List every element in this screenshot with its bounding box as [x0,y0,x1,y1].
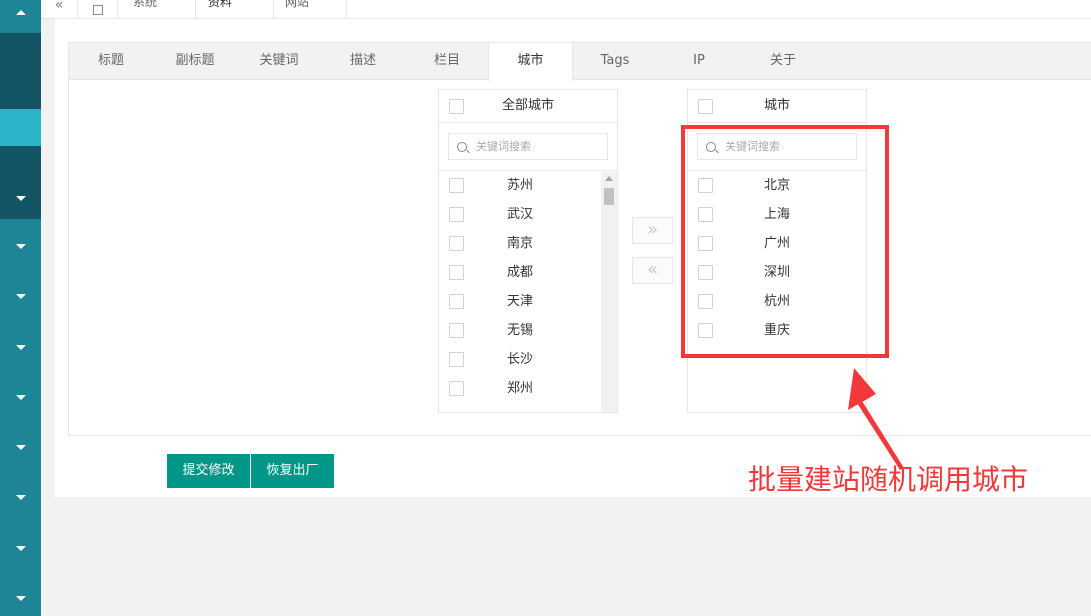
transfer-left-header: 全部城市 [439,90,617,123]
sidebar-item-4[interactable] [0,286,41,306]
double-chevron-left-icon: « [54,0,64,13]
tab-tags[interactable]: Tags [573,43,657,80]
annotation-text: 批量建站随机调用城市 [748,463,1029,496]
sidebar-item-1[interactable] [0,33,41,109]
sidebar-item-3[interactable] [0,236,41,256]
move-right-button[interactable]: » [632,217,673,244]
list-item[interactable]: 郑州 [439,374,617,403]
list-item[interactable]: 武汉 [439,200,617,229]
highlight-box [681,125,889,358]
chevron-down-icon [0,188,41,208]
chevron-up-icon [0,2,41,22]
sidebar-item-8[interactable] [0,487,41,507]
chevron-down-icon [15,394,26,400]
tab-scroll-left-button[interactable]: « [41,0,78,19]
home-icon [92,5,103,15]
tab-ip[interactable]: IP [657,43,741,80]
search-icon [457,142,467,152]
chevron-down-icon [15,243,26,249]
sidebar-item-5[interactable] [0,337,41,357]
sidebar [0,0,41,616]
transfer-left-scrollbar[interactable] [601,172,617,412]
settings-tabs: 标题 副标题 关键词 描述 栏目 城市 Tags IP 关于 [69,43,1091,81]
transfer-left-list: 苏州 武汉 南京 成都 天津 无锡 长沙 郑州 [439,171,617,403]
tab-title[interactable]: 标题 [69,43,153,80]
transfer-left-search-row: 关键词搜索 [439,123,617,171]
scroll-thumb[interactable] [604,188,614,205]
tab-columns[interactable]: 栏目 [405,43,489,80]
reset-button[interactable]: 恢复出厂 [251,454,334,488]
list-item[interactable]: 长沙 [439,345,617,374]
transfer-left-search-input[interactable]: 关键词搜索 [448,133,608,160]
annotation-arrow-icon [848,368,904,470]
chevron-down-icon [15,545,26,551]
transfer-right-title: 城市 [763,98,790,113]
app-root: « 系统 ✕ 资料 ✕ 网站 ✕ 标题 副标题 关键词 描述 栏目 城市 [0,0,1091,616]
sidebar-item-active[interactable] [0,109,41,146]
tab-city[interactable]: 城市 [488,43,573,81]
chevron-down-icon [15,444,26,450]
home-tab[interactable] [78,0,118,19]
list-item[interactable]: 无锡 [439,316,617,345]
move-left-button[interactable]: « [632,257,673,284]
sidebar-item-7[interactable] [0,437,41,457]
top-tab-data[interactable]: 资料 ✕ [196,0,274,19]
submit-button[interactable]: 提交修改 [167,454,250,488]
chevron-down-icon [15,595,26,601]
scroll-up-icon[interactable] [605,176,613,181]
top-tab-bar: « 系统 ✕ 资料 ✕ 网站 ✕ [41,0,1091,19]
tab-subtitle[interactable]: 副标题 [153,43,237,80]
chevron-down-icon [15,293,26,299]
sidebar-item-9[interactable] [0,538,41,558]
list-item[interactable]: 天津 [439,287,617,316]
sidebar-item-10[interactable] [0,588,41,608]
top-tab-system[interactable]: 系统 ✕ [118,0,196,19]
tab-keywords[interactable]: 关键词 [237,43,321,80]
sidebar-item-2[interactable] [0,146,41,219]
transfer-left-box: 全部城市 关键词搜索 苏州 武汉 南京 成都 天津 无锡 长沙 郑州 [438,89,618,413]
transfer-left-title: 全部城市 [501,98,554,113]
tab-about[interactable]: 关于 [741,43,825,80]
tab-description[interactable]: 描述 [321,43,405,80]
chevron-down-icon [15,344,26,350]
list-item[interactable]: 苏州 [439,171,617,200]
transfer-right-header: 城市 [688,90,866,123]
sidebar-collapse-toggle[interactable] [0,0,41,33]
list-item[interactable]: 成都 [439,258,617,287]
chevron-down-icon [15,494,26,500]
top-tab-website[interactable]: 网站 ✕ [274,0,347,19]
sidebar-item-6[interactable] [0,387,41,407]
list-item[interactable]: 南京 [439,229,617,258]
